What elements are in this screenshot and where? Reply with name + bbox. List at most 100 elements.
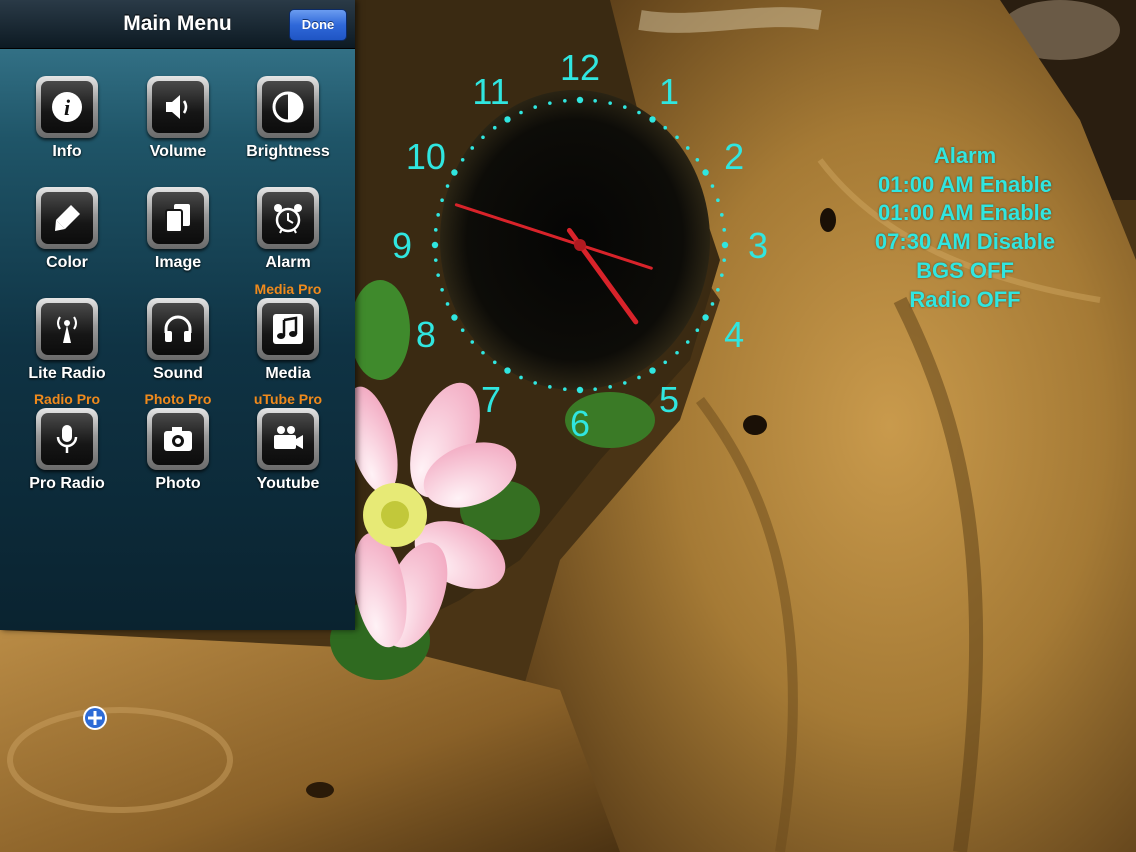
microphone-icon (56, 425, 78, 453)
clock-tick (576, 386, 584, 394)
clock-tick (685, 146, 690, 150)
clock-tick (695, 157, 700, 162)
alarm-title: Alarm (933, 143, 997, 168)
menu-button[interactable] (147, 408, 209, 470)
menu-item-volume[interactable]: Volume (123, 76, 233, 186)
main-menu-panel: Main Menu Done i Info Volume Brightness … (0, 0, 355, 630)
done-button[interactable]: Done (289, 9, 347, 41)
clock-tick (470, 146, 475, 150)
clock-tick (623, 105, 627, 109)
clock-number: 9 (392, 225, 412, 266)
speaker-icon (166, 95, 188, 119)
clock-tick (492, 125, 497, 130)
clock-tick (593, 387, 597, 392)
clock-tick (637, 110, 641, 115)
alarm-line: 07:30 AM Disable (874, 229, 1056, 255)
clock-tick (470, 340, 475, 344)
clock-tick (519, 375, 523, 380)
menu-item-label: Alarm (265, 254, 311, 271)
alarm-clock-icon (274, 204, 302, 234)
clock-tick (445, 184, 450, 188)
info-icon: i (52, 92, 82, 122)
clock-tick (649, 367, 656, 374)
clock-tick (716, 288, 720, 292)
menu-item-label: Color (46, 254, 88, 271)
pro-badge: Media Pro (254, 281, 322, 297)
clock-tick (548, 101, 552, 105)
menu-item-label: Brightness (246, 143, 330, 160)
menu-button[interactable] (147, 76, 209, 138)
menu-button[interactable] (36, 298, 98, 360)
menu-item-label: Youtube (256, 475, 320, 492)
menu-item-color[interactable]: Color (12, 187, 122, 297)
clock-tick (492, 360, 497, 365)
clock-tick (716, 198, 720, 202)
clock-tick (637, 375, 641, 380)
clock-tick (720, 273, 724, 277)
clock-tick (519, 110, 523, 115)
antenna-icon (57, 316, 77, 343)
menu-item-label: Lite Radio (28, 365, 106, 382)
menu-button[interactable] (257, 298, 319, 360)
clock-tick (663, 360, 668, 365)
camera-icon (164, 427, 192, 451)
menu-item-youtube[interactable]: uTube Pro Youtube (233, 391, 343, 518)
clock-tick (548, 385, 552, 389)
menu-item-label: Photo (155, 475, 201, 492)
minute-hand (454, 203, 653, 270)
menu-item-brightness[interactable]: Brightness (233, 76, 343, 186)
radio-status: Radio OFF (909, 286, 1021, 312)
menu-button[interactable] (36, 187, 98, 249)
clock-tick (436, 213, 440, 217)
headphones-icon (164, 315, 192, 342)
clock-number: 10 (406, 136, 446, 177)
clock-tick (433, 258, 438, 262)
menu-item-photo[interactable]: Photo Pro Photo (123, 391, 233, 518)
plus-circle-icon[interactable] (82, 705, 108, 731)
clock-number: 8 (416, 314, 436, 355)
clock-tick (695, 328, 700, 333)
clock-tick (675, 135, 679, 140)
clock-number: 7 (481, 379, 501, 420)
clock-tick (440, 288, 444, 292)
menu-button[interactable] (257, 408, 319, 470)
clock-tick (504, 367, 511, 374)
menu-item-image[interactable]: Image (123, 187, 233, 297)
clock-tick (608, 385, 612, 389)
clock-tick (720, 213, 724, 217)
menu-button[interactable] (36, 408, 98, 470)
clock-tick (576, 96, 584, 104)
clock-tick (702, 314, 709, 321)
menu-button[interactable] (147, 187, 209, 249)
marker-icon (55, 205, 80, 231)
clock-tick (451, 314, 458, 321)
bgs-status: BGS OFF (916, 257, 1014, 283)
menu-item-label: Volume (149, 143, 207, 160)
clock-tick (675, 350, 679, 355)
brightness-icon (272, 91, 304, 123)
clock-tick (481, 135, 485, 140)
clock-tick (563, 98, 567, 103)
clock-tick (710, 184, 715, 188)
clock-tick (563, 387, 567, 392)
svg-text:i: i (64, 95, 71, 120)
menu-item-pro-radio[interactable]: Radio Pro Pro Radio (12, 391, 122, 518)
pro-badge: Photo Pro (144, 391, 212, 407)
video-camera-icon (274, 426, 303, 449)
clock-tick (460, 157, 465, 162)
alarm-status: Alarm 01:00 AM Enable 01:00 AM Enable 07… (845, 142, 1085, 314)
clock-tick (721, 241, 729, 249)
clock-tick (722, 258, 727, 262)
menu-button[interactable] (147, 298, 209, 360)
clock-tick (649, 116, 656, 123)
menu-button[interactable] (257, 187, 319, 249)
clock-number: 6 (570, 403, 590, 444)
clock-number: 4 (724, 314, 744, 355)
clock-tick (623, 381, 627, 385)
clock-tick (433, 228, 438, 232)
menu-button[interactable]: i (36, 76, 98, 138)
menu-item-label: Info (52, 143, 82, 160)
clock-tick (608, 101, 612, 105)
menu-item-info[interactable]: i Info (12, 76, 122, 186)
menu-button[interactable] (257, 76, 319, 138)
